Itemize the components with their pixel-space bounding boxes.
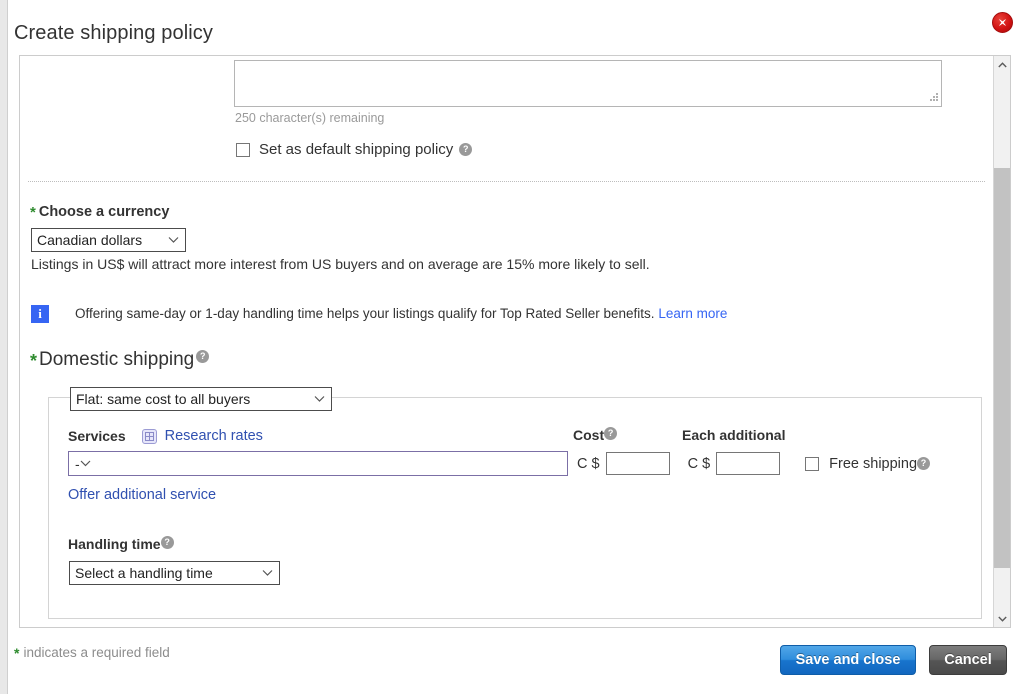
services-label: Services — [68, 428, 126, 444]
cost-help-icon[interactable]: ? — [604, 427, 617, 440]
form-content: 250 character(s) remaining Set as defaul… — [20, 56, 993, 627]
section-divider — [28, 181, 985, 182]
research-rates-link[interactable]: Research rates — [165, 428, 263, 444]
free-shipping-checkbox[interactable] — [805, 457, 819, 471]
cost-header: Cost ? — [573, 427, 617, 443]
scroll-frame: 250 character(s) remaining Set as defaul… — [19, 55, 1011, 628]
shipping-policy-modal: Create shipping policy 250 character(s) … — [0, 0, 1024, 694]
handling-time-help-icon[interactable]: ? — [161, 536, 174, 549]
handling-time-select[interactable]: Select a handling time — [69, 561, 280, 585]
cost-input[interactable] — [606, 452, 670, 475]
vertical-scrollbar[interactable] — [993, 56, 1010, 627]
currency-select-value: Canadian dollars — [37, 232, 142, 248]
currency-label-text: Choose a currency — [39, 204, 170, 220]
info-banner: i Offering same-day or 1-day handling ti… — [31, 305, 727, 323]
close-icon[interactable] — [992, 12, 1013, 33]
each-additional-label: Each additional — [682, 427, 785, 443]
services-header: Services Research rates — [68, 428, 263, 444]
left-gutter — [0, 0, 7, 694]
description-textarea[interactable] — [234, 60, 942, 107]
chevron-down-icon — [998, 616, 1007, 622]
calculator-icon[interactable] — [142, 429, 157, 444]
page-title: Create shipping policy — [14, 22, 213, 45]
scrollbar-thumb[interactable] — [994, 168, 1011, 568]
chevron-down-icon — [262, 570, 273, 577]
chevron-down-icon — [314, 396, 325, 403]
cost-currency-prefix: C $ — [577, 456, 600, 472]
handling-time-value: Select a handling time — [75, 565, 213, 581]
scroll-down-button[interactable] — [994, 610, 1011, 627]
each-additional-input[interactable] — [716, 452, 780, 475]
free-shipping-label: Free shipping — [829, 456, 917, 472]
currency-select[interactable]: Canadian dollars — [31, 228, 186, 252]
set-default-shipping-policy-checkbox[interactable] — [236, 143, 250, 157]
required-star-icon: * — [14, 646, 19, 660]
each-additional-currency-prefix: C $ — [688, 456, 711, 472]
cancel-button[interactable]: Cancel — [929, 645, 1007, 675]
service-select[interactable]: - — [68, 451, 568, 476]
calculator-glyph — [145, 432, 154, 441]
required-star-icon: * — [30, 205, 36, 220]
free-shipping-group: Free shipping ? — [805, 456, 930, 472]
set-default-shipping-policy-label: Set as default shipping policy — [259, 141, 453, 158]
info-icon: i — [31, 305, 49, 323]
close-x-glyph — [997, 17, 1008, 28]
required-field-note-text: indicates a required field — [23, 645, 169, 660]
cost-label: Cost — [573, 427, 604, 443]
shipping-type-select[interactable]: Flat: same cost to all buyers — [70, 387, 332, 411]
set-default-help-icon[interactable]: ? — [459, 143, 472, 156]
chars-remaining-text: 250 character(s) remaining — [235, 111, 384, 125]
left-gutter-line — [7, 0, 8, 694]
chevron-down-icon — [80, 460, 91, 467]
service-row: - C $ C $ Free shipping ? — [68, 451, 930, 476]
learn-more-link[interactable]: Learn more — [658, 306, 727, 321]
domestic-shipping-title: Domestic shipping — [39, 349, 194, 371]
chevron-up-icon — [998, 62, 1007, 68]
scroll-up-button[interactable] — [994, 56, 1011, 73]
shipping-type-value: Flat: same cost to all buyers — [76, 391, 250, 407]
free-shipping-help-icon[interactable]: ? — [917, 457, 930, 470]
save-and-close-button[interactable]: Save and close — [780, 645, 916, 675]
info-banner-message: Offering same-day or 1-day handling time… — [75, 306, 655, 321]
required-field-note: * indicates a required field — [14, 645, 170, 660]
chevron-down-icon — [168, 237, 179, 244]
currency-label: * Choose a currency — [30, 204, 169, 220]
handling-time-header: Handling time ? — [68, 536, 174, 552]
currency-note: Listings in US$ will attract more intere… — [31, 256, 650, 272]
domestic-shipping-help-icon[interactable]: ? — [196, 350, 209, 363]
default-policy-row: Set as default shipping policy ? — [236, 141, 472, 158]
handling-time-label: Handling time — [68, 536, 161, 552]
required-star-icon: * — [30, 352, 37, 370]
domestic-shipping-heading: * Domestic shipping ? — [30, 349, 209, 371]
info-banner-text: Offering same-day or 1-day handling time… — [75, 305, 727, 323]
offer-additional-service-link[interactable]: Offer additional service — [68, 487, 216, 503]
